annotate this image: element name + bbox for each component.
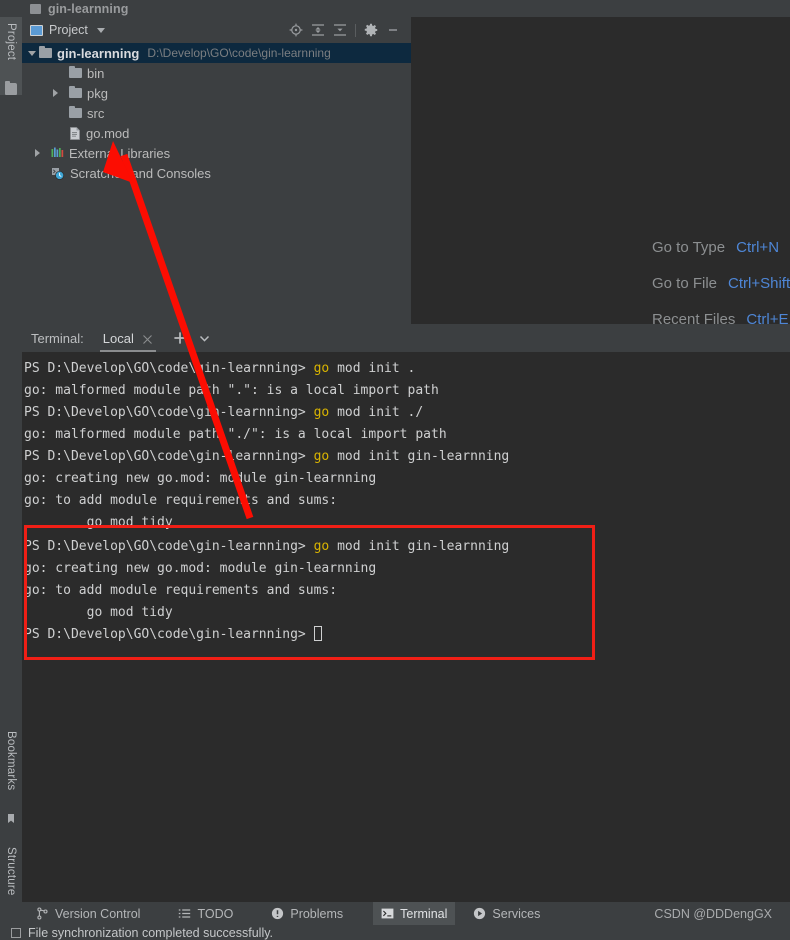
terminal-line: PS D:\Develop\GO\code\gin-learnning> go … bbox=[24, 361, 416, 376]
close-icon[interactable] bbox=[142, 333, 153, 344]
bookmark-icon[interactable] bbox=[5, 813, 17, 825]
tree-node-go-mod[interactable]: go.mod bbox=[22, 123, 411, 143]
tool-button-label: Version Control bbox=[55, 906, 141, 921]
sync-icon bbox=[11, 927, 21, 938]
collapse-all-icon[interactable] bbox=[329, 19, 351, 41]
chevron-down-icon[interactable] bbox=[96, 27, 105, 33]
tool-button-label: TODO bbox=[197, 906, 234, 921]
terminal-tab-label: Local bbox=[102, 330, 134, 346]
folder-icon bbox=[69, 65, 82, 78]
tree-node-label: bin bbox=[87, 65, 105, 81]
tool-button-problems[interactable]: Problems bbox=[263, 902, 351, 925]
tree-node-label: External Libraries bbox=[69, 145, 171, 161]
list-icon bbox=[178, 907, 191, 920]
chevron-down-icon[interactable] bbox=[28, 49, 37, 58]
tool-button-label: Terminal bbox=[400, 906, 448, 921]
project-toolbar-actions bbox=[285, 19, 411, 41]
project-view-label: Project bbox=[49, 23, 88, 37]
terminal-line: go: creating new go.mod: module gin-lear… bbox=[24, 471, 377, 486]
tool-button-todo[interactable]: TODO bbox=[170, 902, 241, 925]
terminal-tool-window: Terminal: Local PS D:\Develop\GO\code\gi… bbox=[22, 324, 790, 902]
hint-label: Go to Type bbox=[652, 239, 726, 256]
project-toolbar: Project bbox=[22, 17, 411, 43]
project-icon bbox=[30, 3, 41, 14]
tree-node-gin-learnning[interactable]: gin-learnning D:\Develop\GO\code\gin-lea… bbox=[22, 43, 417, 63]
title-bar: gin-learnning bbox=[0, 0, 790, 17]
terminal-line: go: malformed module path "./": is a loc… bbox=[24, 427, 447, 442]
editor-empty-area[interactable]: Go to Type Ctrl+N Go to File Ctrl+Shift+… bbox=[411, 17, 790, 328]
hint-go-to-file: Go to File Ctrl+Shift+N bbox=[652, 275, 790, 292]
chevron-right-icon[interactable] bbox=[51, 88, 60, 98]
status-message: File synchronization completed successfu… bbox=[28, 925, 274, 940]
hint-shortcut: Ctrl+N bbox=[736, 239, 780, 256]
terminal-line: go: to add module requirements and sums: bbox=[24, 493, 338, 508]
toolbar-separator bbox=[355, 23, 356, 37]
status-bar: File synchronization completed successfu… bbox=[0, 925, 790, 940]
gomod-file-icon bbox=[69, 126, 81, 140]
minimize-icon[interactable] bbox=[382, 19, 404, 41]
terminal-label: Terminal: bbox=[31, 330, 84, 346]
terminal-line: PS D:\Develop\GO\code\gin-learnning> go … bbox=[24, 449, 510, 464]
scratches-icon bbox=[51, 167, 65, 180]
tree-node-scratches-and-consoles[interactable]: Scratches and Consoles bbox=[22, 163, 411, 183]
highlight-box bbox=[24, 525, 595, 660]
left-tool-strip: Project Bookmarks Structure bbox=[0, 17, 23, 920]
tool-button-services[interactable]: Services bbox=[465, 902, 548, 925]
chevron-right-icon[interactable] bbox=[33, 148, 42, 158]
terminal-tab-local[interactable]: Local bbox=[99, 325, 156, 352]
tree-node-label: Scratches and Consoles bbox=[70, 165, 211, 181]
hint-go-to-type: Go to Type Ctrl+N bbox=[652, 239, 790, 256]
sidebar-item-bookmarks[interactable]: Bookmarks bbox=[0, 725, 22, 817]
sidebar-item-label: Project bbox=[5, 23, 17, 61]
project-view-icon bbox=[30, 24, 43, 36]
hint-label: Go to File bbox=[652, 275, 718, 292]
tool-button-terminal[interactable]: Terminal bbox=[373, 902, 456, 925]
tree-node-external-libraries[interactable]: External Libraries bbox=[22, 143, 411, 163]
terminal-line: PS D:\Develop\GO\code\gin-learnning> go … bbox=[24, 405, 424, 420]
branch-icon bbox=[36, 907, 49, 920]
expand-all-icon[interactable] bbox=[307, 19, 329, 41]
gear-icon[interactable] bbox=[360, 19, 382, 41]
tool-button-label: Services bbox=[492, 906, 541, 921]
plus-icon[interactable] bbox=[172, 330, 188, 346]
hint-shortcut: Ctrl+Shift+N bbox=[728, 275, 790, 292]
folder-icon[interactable] bbox=[5, 81, 17, 95]
tool-button-version-control[interactable]: Version Control bbox=[28, 902, 148, 925]
folder-icon bbox=[69, 105, 82, 118]
tree-node-label: gin-learnning bbox=[57, 45, 140, 61]
terminal-line: go: malformed module path ".": is a loca… bbox=[24, 383, 439, 398]
folder-icon bbox=[39, 45, 52, 58]
folder-icon bbox=[69, 85, 82, 98]
play-icon bbox=[473, 907, 486, 920]
chevron-down-icon[interactable] bbox=[198, 332, 211, 345]
tree-node-path: D:\Develop\GO\code\gin-learnning bbox=[147, 46, 331, 60]
project-tree: gin-learnning D:\Develop\GO\code\gin-lea… bbox=[22, 43, 417, 183]
tool-button-label: Problems bbox=[290, 906, 344, 921]
tree-node-label: pkg bbox=[87, 85, 108, 101]
tree-node-label: src bbox=[87, 105, 105, 121]
warning-icon bbox=[271, 907, 284, 920]
libraries-icon bbox=[51, 147, 64, 159]
terminal-header: Terminal: Local bbox=[22, 324, 790, 352]
sidebar-item-label: Structure bbox=[5, 847, 17, 896]
watermark: CSDN @DDDengGX bbox=[654, 907, 772, 921]
project-tool-window: Project gin-learnning D:\Develop\GO\code… bbox=[22, 17, 417, 324]
tree-node-bin[interactable]: bin bbox=[22, 63, 411, 83]
terminal-icon bbox=[381, 907, 394, 920]
select-opened-file-icon[interactable] bbox=[285, 19, 307, 41]
sidebar-item-label: Bookmarks bbox=[5, 731, 17, 791]
ide-window: gin-learnning Project Bookmarks Structur… bbox=[0, 0, 790, 940]
tree-node-label: go.mod bbox=[86, 125, 130, 141]
tree-node-pkg[interactable]: pkg bbox=[22, 83, 411, 103]
window-title: gin-learnning bbox=[48, 1, 129, 16]
tree-node-src[interactable]: src bbox=[22, 103, 411, 123]
